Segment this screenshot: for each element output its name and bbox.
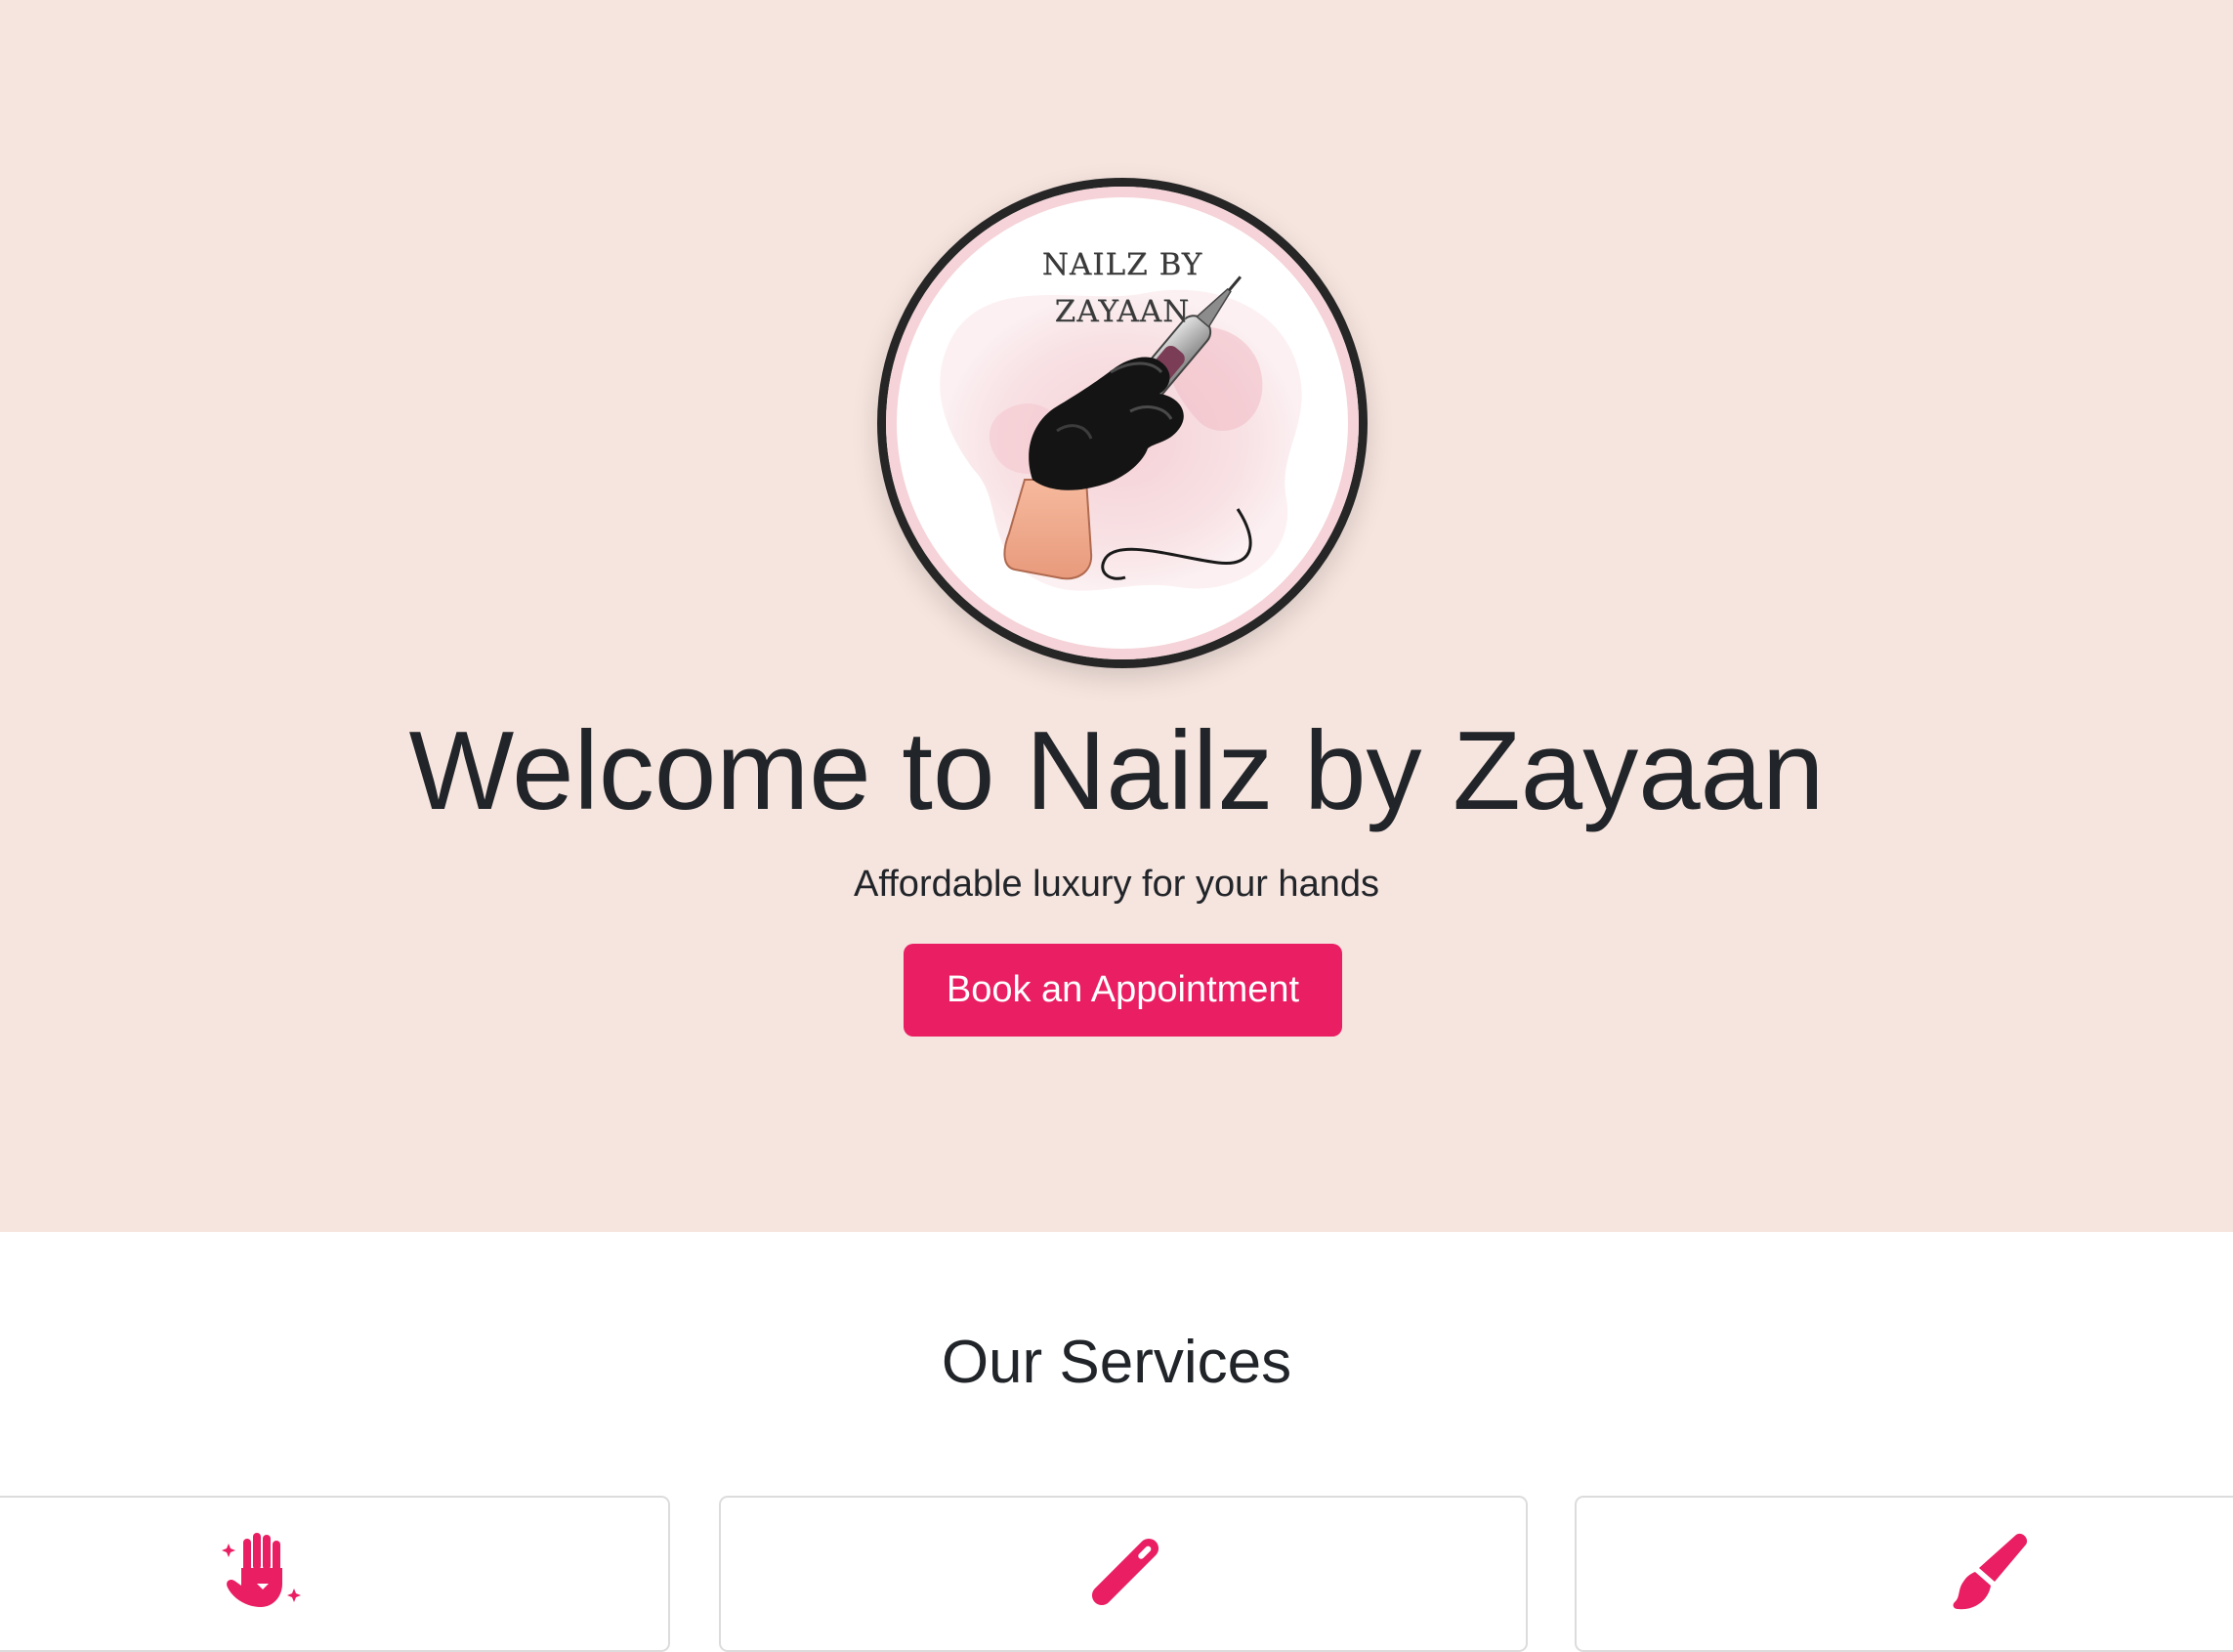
paint-brush-icon bbox=[1946, 1529, 2032, 1615]
logo-text-line1: NAILZ BY bbox=[1041, 247, 1203, 282]
book-appointment-button[interactable]: Book an Appointment bbox=[904, 944, 1342, 1037]
service-card-nail-file[interactable] bbox=[719, 1496, 1528, 1652]
service-card-hand-care[interactable] bbox=[0, 1496, 670, 1652]
brand-logo: NAILZ BY ZAYAAN bbox=[877, 178, 1368, 668]
nail-file-icon bbox=[1082, 1529, 1168, 1615]
hero-title: Welcome to Nailz by Zayaan bbox=[408, 709, 1825, 833]
hero-section: NAILZ BY ZAYAAN Welcome to Nailz by Zaya… bbox=[0, 0, 2233, 1232]
hand-sparkles-icon bbox=[220, 1529, 306, 1615]
logo-text-line2: ZAYAAN bbox=[1054, 294, 1191, 329]
services-title: Our Services bbox=[941, 1329, 1292, 1396]
hero-subtitle: Affordable luxury for your hands bbox=[854, 864, 1379, 905]
service-card-nail-art[interactable] bbox=[1575, 1496, 2233, 1652]
